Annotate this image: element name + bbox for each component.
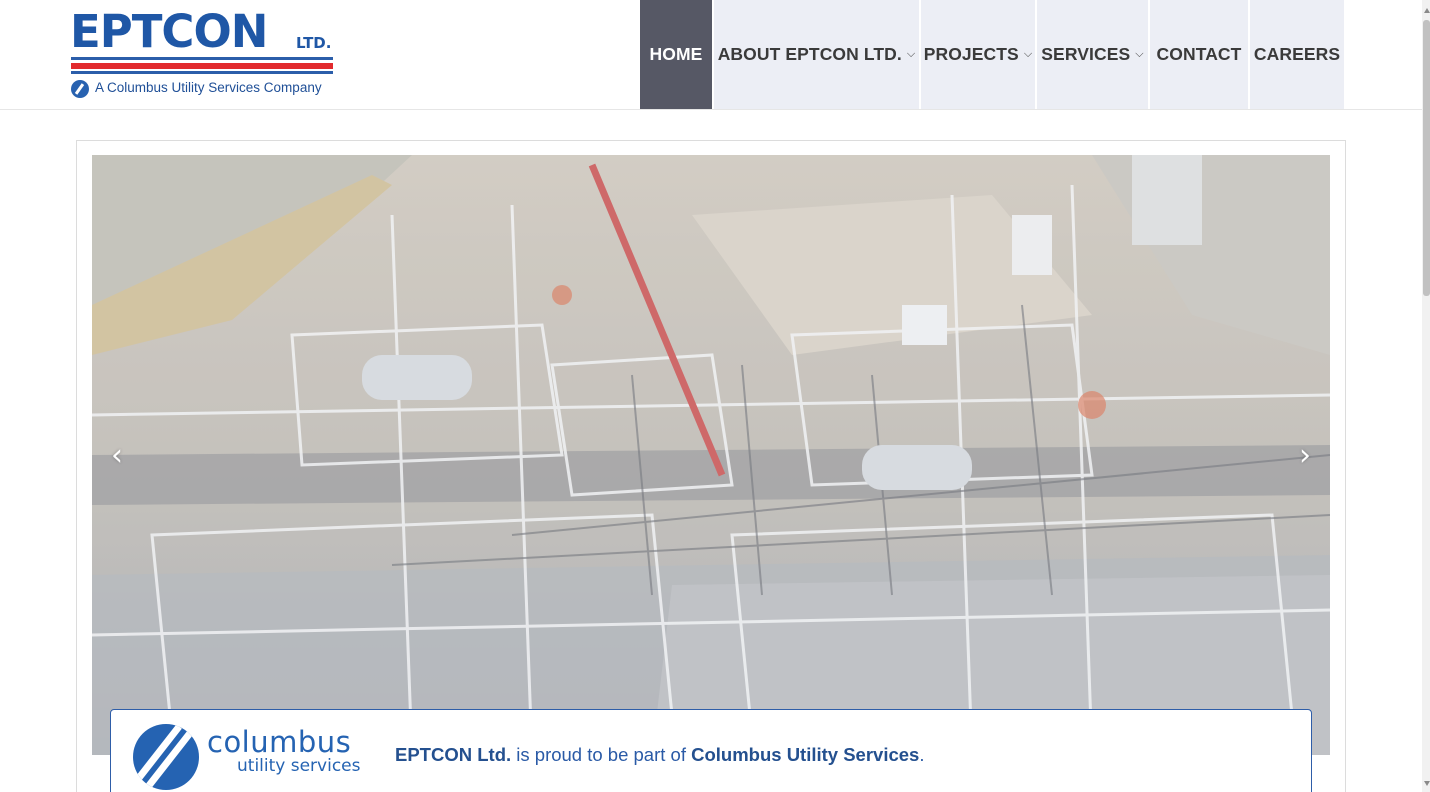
logo-stripe-red <box>71 63 333 69</box>
columbus-badge-icon <box>71 80 89 98</box>
chevron-down-icon: ⌵ <box>906 48 916 60</box>
slider-next-button[interactable]: › <box>1290 437 1320 473</box>
scrollbar-thumb[interactable] <box>1423 20 1430 296</box>
announcement-company: EPTCON Ltd. <box>395 744 512 765</box>
announcement-partner-link[interactable]: Columbus Utility Services <box>691 744 919 765</box>
main-nav: HOME ABOUT EPTCON LTD. ⌵ PROJECTS ⌵ SERV… <box>640 0 1346 109</box>
nav-item-projects[interactable]: PROJECTS ⌵ <box>921 0 1035 109</box>
columbus-subtitle: utility services <box>237 756 361 776</box>
scroll-up-icon[interactable] <box>1424 8 1430 13</box>
columbus-mark-icon <box>133 724 199 790</box>
announcement-middle: is proud to be part of <box>511 744 692 765</box>
logo-suffix: LTD. <box>296 34 332 52</box>
site-header: EPTCON LTD. A Columbus Utility Services … <box>0 0 1422 110</box>
scroll-down-icon[interactable] <box>1424 781 1430 786</box>
nav-item-contact[interactable]: CONTACT <box>1150 0 1248 109</box>
columbus-logo[interactable]: columbus utility services <box>133 724 373 792</box>
hero-slide-image <box>92 155 1330 755</box>
nav-item-services[interactable]: SERVICES ⌵ <box>1037 0 1148 109</box>
nav-item-careers[interactable]: CAREERS <box>1250 0 1344 109</box>
substation-aerial-photo <box>92 155 1330 755</box>
columbus-wordmark: columbus <box>207 725 352 759</box>
logo-stripe-top <box>71 57 333 60</box>
announcement-end: . <box>919 744 925 765</box>
nav-item-home[interactable]: HOME <box>640 0 712 109</box>
nav-label-services: SERVICES <box>1041 44 1131 64</box>
eptcon-logo[interactable]: EPTCON LTD. A Columbus Utility Services … <box>70 8 334 100</box>
logo-wordmark: EPTCON <box>70 5 268 58</box>
logo-tagline: A Columbus Utility Services Company <box>95 80 322 95</box>
announcement-text: EPTCON Ltd. is proud to be part of Colum… <box>395 744 924 766</box>
logo-stripe-bottom <box>71 71 333 74</box>
slider-prev-button[interactable]: ‹ <box>102 437 132 473</box>
nav-label-home: HOME <box>649 44 703 64</box>
chevron-right-icon: › <box>1299 437 1311 473</box>
nav-label-careers: CAREERS <box>1253 44 1341 64</box>
nav-label-projects: PROJECTS <box>923 44 1019 64</box>
nav-label-contact: CONTACT <box>1156 44 1242 64</box>
nav-item-about[interactable]: ABOUT EPTCON LTD. ⌵ <box>714 0 919 109</box>
partner-announcement: columbus utility services EPTCON Ltd. is… <box>110 709 1312 792</box>
chevron-left-icon: ‹ <box>111 437 123 473</box>
chevron-down-icon: ⌵ <box>1135 48 1144 60</box>
nav-label-about: ABOUT EPTCON LTD. <box>717 44 902 64</box>
chevron-down-icon: ⌵ <box>1023 48 1033 60</box>
